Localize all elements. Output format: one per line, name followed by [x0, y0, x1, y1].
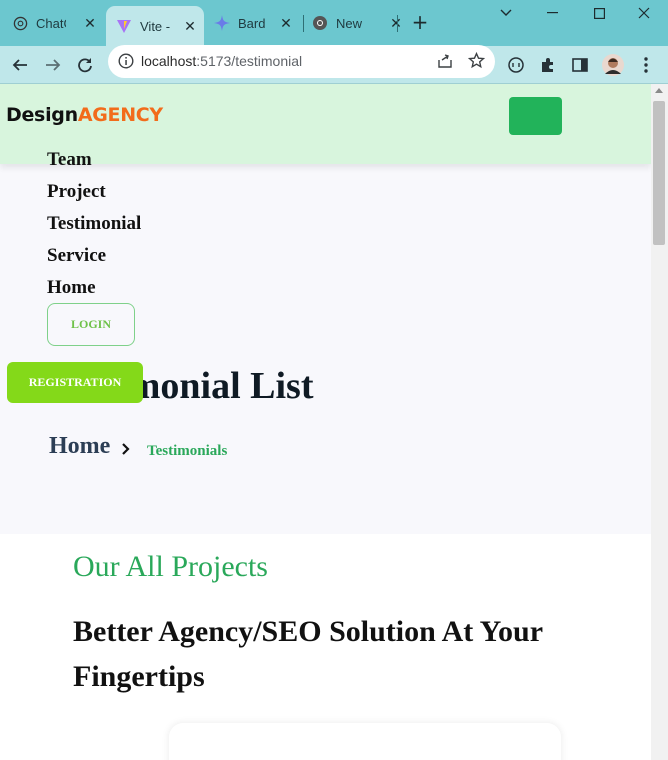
project-card — [169, 723, 561, 760]
projects-section: Our All Projects Better Agency/SEO Solut… — [0, 534, 651, 760]
extensions-puzzle-icon[interactable] — [534, 51, 562, 79]
page-scrollbar[interactable] — [651, 84, 668, 760]
section-title: Better Agency/SEO Solution At Your Finge… — [73, 615, 543, 693]
tab-separator — [303, 15, 304, 32]
nav-item-team[interactable]: Team — [47, 148, 141, 180]
back-arrow-icon[interactable] — [6, 51, 34, 79]
nav-item-service[interactable]: Service — [47, 244, 141, 276]
registration-button[interactable]: REGISTRATION — [7, 362, 143, 403]
tab-new[interactable]: New ✕ — [312, 8, 402, 38]
tab-label: Bard — [238, 15, 266, 31]
maximize-icon[interactable] — [587, 4, 611, 22]
bookmark-star-icon[interactable] — [467, 51, 486, 74]
tab-label: Vite - — [140, 18, 171, 34]
chrome-icon — [312, 15, 328, 31]
close-icon[interactable]: ✕ — [278, 15, 294, 32]
close-icon[interactable]: ✕ — [388, 15, 404, 32]
login-button[interactable]: LOGIN — [47, 303, 135, 346]
header-action-button[interactable] — [509, 97, 562, 135]
tab-separator — [397, 15, 398, 32]
breadcrumb-current: Testimonials — [147, 443, 228, 459]
main-nav: Team Project Testimonial Service Home — [47, 148, 141, 308]
site-info-icon[interactable] — [118, 53, 134, 74]
browser-tab-strip: ChatG ✕ Vite - ✕ Bard ✕ New ✕ + — [0, 0, 668, 46]
bard-icon — [214, 15, 230, 31]
site-logo[interactable]: DesignAGENCY — [6, 104, 163, 126]
profile-avatar[interactable] — [599, 51, 627, 79]
extension-reader-icon[interactable] — [502, 51, 530, 79]
share-icon[interactable] — [437, 53, 453, 74]
reload-icon[interactable] — [71, 51, 99, 79]
url-text: localhost:5173/testimonial — [141, 53, 303, 69]
new-tab-button[interactable]: + — [408, 10, 432, 34]
section-kicker: Our All Projects — [73, 550, 268, 583]
tab-label: ChatG — [36, 15, 66, 31]
close-icon[interactable]: ✕ — [182, 18, 198, 35]
browser-menu-icon[interactable] — [632, 51, 660, 79]
close-icon[interactable]: ✕ — [82, 15, 98, 32]
chevron-right-icon — [118, 441, 134, 457]
nav-item-testimonial[interactable]: Testimonial — [47, 212, 141, 244]
scroll-up-arrow-icon[interactable] — [655, 88, 663, 93]
forward-arrow-icon[interactable] — [39, 51, 67, 79]
tab-vite[interactable]: Vite - ✕ — [106, 6, 204, 46]
vite-icon — [116, 18, 132, 34]
breadcrumb-home[interactable]: Home — [49, 433, 110, 460]
scrollbar-thumb[interactable] — [653, 101, 665, 245]
tab-label: New — [336, 15, 363, 31]
tab-chatgpt[interactable]: ChatG ✕ — [12, 8, 104, 38]
window-close-icon[interactable] — [632, 4, 656, 22]
tab-bard[interactable]: Bard ✕ — [214, 8, 300, 38]
openai-icon — [12, 15, 28, 31]
side-panel-icon[interactable] — [566, 51, 594, 79]
page-viewport: DesignAGENCY Team Project Testimonial Se… — [0, 84, 651, 760]
nav-item-project[interactable]: Project — [47, 180, 141, 212]
tab-search-chevron-icon[interactable] — [494, 4, 518, 22]
minimize-icon[interactable] — [540, 4, 564, 22]
